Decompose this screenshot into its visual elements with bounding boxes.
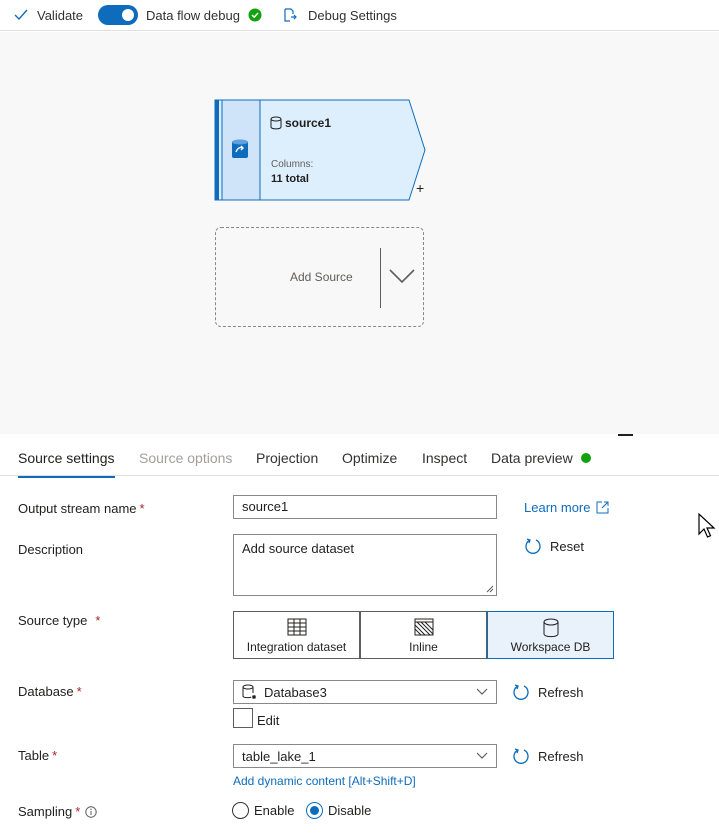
add-source-label: Add Source (290, 270, 353, 284)
database-refresh-label: Refresh (538, 684, 584, 700)
chevron-down-icon[interactable] (388, 268, 416, 284)
description-textarea[interactable]: Add source dataset (233, 534, 497, 596)
learn-more-link[interactable]: Learn more (524, 500, 609, 515)
output-stream-name-label-text: Output stream name (18, 501, 137, 516)
columns-value: 11 total (271, 173, 309, 185)
sampling-enable-radio[interactable]: Enable (232, 802, 294, 819)
edit-checkbox[interactable] (233, 708, 253, 728)
source-type-workspace-db[interactable]: Workspace DB (487, 611, 614, 659)
tab-data-preview-label: Data preview (491, 450, 573, 466)
data-flow-debug-toggle[interactable]: Data flow debug (98, 0, 262, 30)
tab-source-settings[interactable]: Source settings (18, 450, 115, 478)
data-flow-debug-label: Data flow debug (146, 7, 240, 23)
source-transform-icon (232, 139, 248, 158)
table-refresh-button[interactable]: Refresh (512, 747, 584, 765)
tab-inspect[interactable]: Inspect (422, 450, 467, 466)
table-label-text: Table (18, 748, 50, 763)
tab-data-preview[interactable]: Data preview (491, 450, 591, 466)
database-label: Database * (18, 684, 82, 699)
inline-label: Inline (409, 640, 438, 654)
edit-checkbox-label: Edit (257, 713, 280, 728)
table-grid-icon (287, 618, 306, 636)
add-dynamic-content-link[interactable]: Add dynamic content [Alt+Shift+D] (233, 774, 416, 788)
output-stream-name-label: Output stream name * (18, 501, 145, 516)
settings-tabs: Source settings Source options Projectio… (0, 438, 719, 478)
toggle-switch[interactable] (98, 5, 138, 25)
table-select[interactable]: table_lake_1 (233, 744, 497, 768)
database-icon (270, 116, 282, 130)
chevron-down-icon (476, 688, 488, 695)
sampling-enable-label: Enable (254, 803, 295, 818)
add-source-box[interactable]: Add Source (215, 227, 424, 327)
add-transform-plus-icon[interactable]: + (416, 181, 424, 195)
reset-button[interactable]: Reset (524, 537, 584, 555)
database-select[interactable]: Database3 (233, 680, 497, 704)
inline-hatch-icon (414, 618, 433, 636)
description-label: Description (18, 542, 84, 557)
table-label: Table * (18, 748, 57, 763)
mouse-cursor-icon (698, 513, 716, 538)
radio-circle[interactable] (232, 802, 249, 819)
description-text: Add source dataset (242, 541, 355, 556)
checkmark-icon (14, 9, 28, 21)
database-icon (543, 618, 558, 638)
chevron-down-icon (476, 752, 488, 759)
external-link-icon (596, 501, 609, 514)
source-type-integration-dataset[interactable]: Integration dataset (233, 611, 360, 659)
table-refresh-label: Refresh (538, 748, 584, 764)
info-icon[interactable] (85, 805, 97, 818)
validate-label: Validate (37, 7, 84, 23)
resize-grip-icon[interactable] (486, 585, 494, 593)
panel-resize-handle[interactable] (618, 434, 633, 436)
required-marker: * (139, 501, 145, 516)
source-node[interactable]: source1 Columns: 11 total + (214, 99, 426, 201)
success-status-icon (248, 8, 262, 22)
source-type-label-text: Source type (18, 613, 88, 628)
validate-button[interactable]: Validate (14, 0, 83, 30)
integration-dataset-label: Integration dataset (246, 640, 347, 654)
status-dot-icon (580, 453, 591, 463)
debug-settings-icon (284, 8, 297, 22)
learn-more-label: Learn more (524, 500, 591, 515)
tab-optimize[interactable]: Optimize (342, 450, 397, 466)
debug-settings-button[interactable]: Debug Settings (282, 0, 397, 30)
database-label-text: Database (18, 684, 74, 699)
sampling-label: Sampling * (18, 804, 97, 819)
tab-source-options[interactable]: Source options (139, 450, 232, 466)
reset-label: Reset (550, 538, 584, 554)
sampling-label-text: Sampling (18, 804, 73, 819)
database-refresh-button[interactable]: Refresh (512, 683, 584, 701)
radio-circle[interactable] (306, 802, 323, 819)
reset-icon (525, 538, 541, 554)
source-node-title-text: source1 (285, 116, 332, 130)
source-node-title: source1 (270, 116, 331, 130)
workspace-db-label: Workspace DB (510, 640, 591, 654)
source-type-inline[interactable]: Inline (360, 611, 487, 659)
debug-settings-label: Debug Settings (308, 7, 397, 23)
refresh-icon (513, 748, 529, 764)
output-stream-name-input[interactable]: source1 (233, 495, 497, 519)
required-marker: * (76, 684, 82, 699)
table-value: table_lake_1 (242, 748, 316, 764)
required-marker: * (52, 748, 58, 763)
database-star-icon (242, 684, 256, 699)
required-marker: * (75, 804, 81, 819)
sampling-disable-radio[interactable]: Disable (306, 802, 371, 819)
database-value: Database3 (264, 684, 327, 700)
tab-projection[interactable]: Projection (256, 450, 318, 466)
source-type-label: Source type * (18, 613, 100, 628)
add-source-divider (380, 248, 381, 308)
sampling-disable-label: Disable (328, 803, 372, 818)
data-flow-canvas[interactable]: source1 Columns: 11 total + Add Source (0, 32, 719, 434)
required-marker: * (95, 613, 101, 628)
refresh-icon (513, 684, 529, 700)
columns-label: Columns: (271, 159, 314, 170)
toolbar: Validate Data flow debug Debug Settings (0, 0, 719, 31)
